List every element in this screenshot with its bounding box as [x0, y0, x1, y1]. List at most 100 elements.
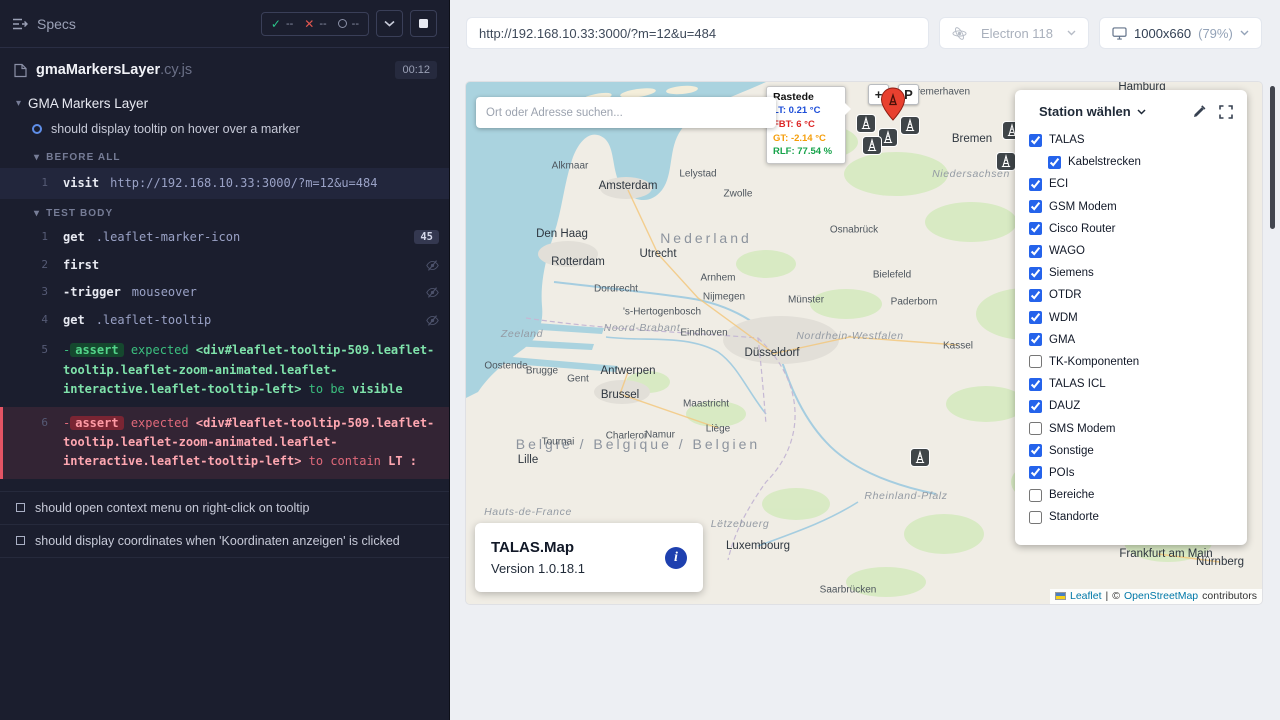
- pending-test-row[interactable]: should open context menu on right-click …: [0, 491, 449, 524]
- pending-icon: [338, 19, 347, 28]
- layer-label: TALAS: [1049, 134, 1085, 146]
- layer-label: DAUZ: [1049, 400, 1080, 412]
- layer-checkbox-row[interactable]: WDM: [1029, 307, 1233, 329]
- layer-label: Standorte: [1049, 511, 1099, 523]
- map-canvas[interactable]: HamburgBremerhavenBremenNiedersachsenLee…: [466, 82, 1262, 604]
- layer-checkbox[interactable]: [1029, 222, 1042, 235]
- assert-segment: to be: [301, 382, 352, 396]
- highlighted-marker-pin[interactable]: [880, 87, 906, 126]
- layer-checkbox-row[interactable]: TK-Komponenten: [1029, 351, 1233, 373]
- command-row[interactable]: 1visithttp://192.168.10.33:3000/?m=12&u=…: [0, 168, 449, 199]
- layer-label: Sonstige: [1049, 445, 1094, 457]
- chevron-down-icon: [1137, 109, 1146, 115]
- assert-segment: expected: [131, 343, 196, 357]
- station-select[interactable]: Station wählen: [1039, 104, 1146, 119]
- layer-checkbox-row[interactable]: Bereiche: [1029, 484, 1233, 506]
- hidden-element-icon: [426, 259, 439, 275]
- assert-segment: to contain: [301, 454, 388, 468]
- pending-test-row[interactable]: should display coordinates when 'Koordin…: [0, 524, 449, 558]
- layer-label: SMS Modem: [1049, 423, 1115, 435]
- osm-link[interactable]: OpenStreetMap: [1124, 590, 1198, 602]
- url-bar[interactable]: http://192.168.10.33:3000/?m=12&u=484: [466, 17, 929, 49]
- layer-checkbox-row[interactable]: OTDR: [1029, 284, 1233, 306]
- command-name: get: [63, 230, 85, 244]
- layer-checkbox-row[interactable]: GMA: [1029, 329, 1233, 351]
- attribution-separator: |: [1106, 590, 1109, 602]
- leaflet-flag-icon: [1055, 592, 1066, 600]
- command-row[interactable]: 4get.leaflet-tooltip: [0, 307, 449, 334]
- assert-segment: LT :: [388, 454, 417, 468]
- layer-checkbox[interactable]: [1029, 267, 1042, 280]
- station-marker-icon[interactable]: [862, 136, 882, 160]
- layer-checkbox-row[interactable]: Kabelstrecken: [1048, 151, 1233, 173]
- layer-checkbox-row[interactable]: Siemens: [1029, 262, 1233, 284]
- layer-checkbox[interactable]: [1029, 289, 1042, 302]
- command-row[interactable]: 5-assert expected <div#leaflet-tooltip-5…: [0, 334, 449, 406]
- layer-checkbox[interactable]: [1029, 466, 1042, 479]
- command-row[interactable]: 3-triggermouseover: [0, 279, 449, 306]
- info-icon[interactable]: i: [665, 547, 687, 569]
- specs-list-icon: [12, 17, 28, 31]
- layer-checkbox-row[interactable]: DAUZ: [1029, 395, 1233, 417]
- layer-checkbox-row[interactable]: Cisco Router: [1029, 218, 1233, 240]
- collapse-preview-button[interactable]: [376, 10, 403, 37]
- hidden-element-icon: [426, 286, 439, 302]
- leaflet-link[interactable]: Leaflet: [1070, 590, 1102, 602]
- layer-checkbox[interactable]: [1029, 355, 1042, 368]
- assert-badge: assert: [70, 416, 123, 430]
- layer-checkbox[interactable]: [1029, 422, 1042, 435]
- active-test-row[interactable]: should display tooltip on hover over a m…: [0, 117, 449, 143]
- layer-label: TK-Komponenten: [1049, 356, 1139, 368]
- layer-checkbox-row[interactable]: GSM Modem: [1029, 196, 1233, 218]
- layer-checkbox[interactable]: [1029, 311, 1042, 324]
- before-all-section[interactable]: ▾ BEFORE ALL: [0, 143, 449, 168]
- command-row[interactable]: 2first: [0, 252, 449, 279]
- station-marker-icon[interactable]: [996, 152, 1016, 176]
- layer-checkbox[interactable]: [1029, 378, 1042, 391]
- layer-checkbox-row[interactable]: ECI: [1029, 173, 1233, 195]
- layer-checkbox[interactable]: [1029, 333, 1042, 346]
- spec-file-row[interactable]: gmaMarkersLayer.cy.js 00:12: [0, 48, 449, 89]
- command-row[interactable]: 1get.leaflet-marker-icon45: [0, 224, 449, 251]
- command-number: 1: [34, 174, 48, 189]
- stat-failed: ✕--: [304, 17, 326, 31]
- layer-checkbox-row[interactable]: POIs: [1029, 462, 1233, 484]
- stop-run-button[interactable]: [410, 10, 437, 37]
- test-body-section[interactable]: ▾ TEST BODY: [0, 199, 449, 224]
- layer-checkbox[interactable]: [1029, 245, 1042, 258]
- layer-checkbox[interactable]: [1048, 156, 1061, 169]
- layer-checkbox-row[interactable]: SMS Modem: [1029, 417, 1233, 439]
- specs-label: Specs: [37, 16, 76, 32]
- browser-icon: [952, 26, 967, 41]
- station-marker-icon[interactable]: [910, 448, 930, 472]
- layer-checkbox[interactable]: [1029, 178, 1042, 191]
- command-text: -assert expected <div#leaflet-tooltip-50…: [63, 341, 439, 399]
- edit-pencil-icon[interactable]: [1192, 105, 1206, 119]
- layer-checkbox-row[interactable]: Standorte: [1029, 506, 1233, 528]
- viewport-selector[interactable]: 1000x660 (79%): [1099, 17, 1262, 49]
- layer-label: GMA: [1049, 334, 1075, 346]
- command-row[interactable]: 6-assert expected <div#leaflet-tooltip-5…: [0, 407, 449, 479]
- layer-checkbox[interactable]: [1029, 444, 1042, 457]
- layer-checkbox-row[interactable]: TALAS: [1029, 129, 1233, 151]
- layer-checkbox[interactable]: [1029, 511, 1042, 524]
- layer-checkbox-row[interactable]: Sonstige: [1029, 440, 1233, 462]
- search-input[interactable]: [486, 107, 766, 119]
- specs-menu-button[interactable]: Specs: [12, 16, 76, 32]
- browser-selector[interactable]: Electron 118: [939, 17, 1089, 49]
- tooltip-value-row: GT: -2.14 °C: [773, 132, 839, 146]
- layer-checkbox[interactable]: [1029, 134, 1042, 147]
- test-stats: ✓-- ✕-- --: [261, 12, 369, 36]
- assert-badge: assert: [70, 343, 123, 357]
- app-version: Version 1.0.18.1: [491, 561, 585, 576]
- layer-checkbox-row[interactable]: TALAS ICL: [1029, 373, 1233, 395]
- station-panel: Station wählen TALAS KabelstreckenECIGSM …: [1015, 90, 1247, 545]
- station-marker-icon[interactable]: [856, 114, 876, 138]
- layer-checkbox[interactable]: [1029, 489, 1042, 502]
- layer-checkbox[interactable]: [1029, 200, 1042, 213]
- layer-checkbox[interactable]: [1029, 400, 1042, 413]
- scrollbar-thumb[interactable]: [1270, 86, 1275, 229]
- suite-row[interactable]: ▾ GMA Markers Layer: [0, 89, 449, 117]
- layer-checkbox-row[interactable]: WAGO: [1029, 240, 1233, 262]
- expand-fullscreen-icon[interactable]: [1219, 105, 1233, 119]
